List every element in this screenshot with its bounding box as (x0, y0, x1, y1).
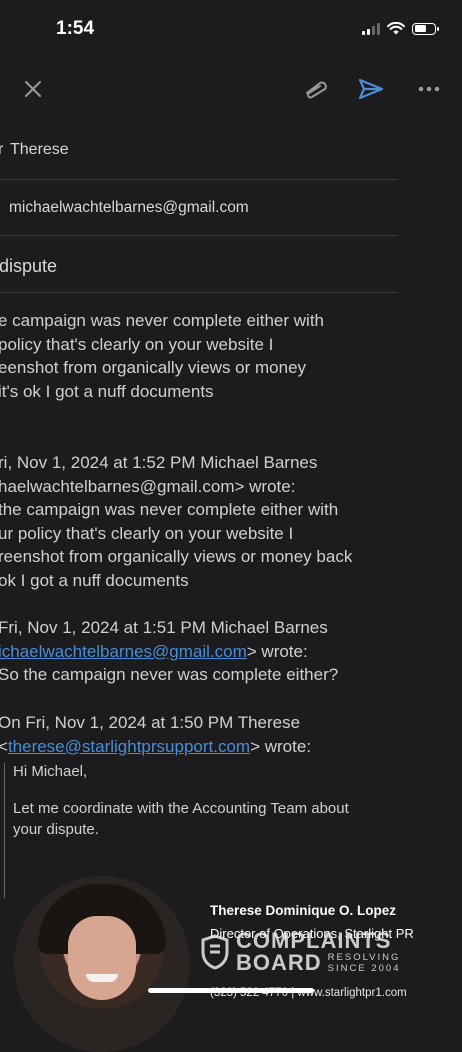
watermark-tag2: SINCE 2004 (327, 963, 401, 974)
status-time: 1:54 (56, 18, 95, 39)
quote-suffix: > wrote: (250, 736, 312, 756)
quote-line: So the campaign never was complete eithe… (0, 665, 339, 684)
subject-field[interactable]: dispute (0, 236, 398, 293)
quoted-message-1: ri, Nov 1, 2024 at 1:52 PM Michael Barne… (0, 451, 352, 592)
to-recipient[interactable]: Therese (10, 141, 69, 159)
cellular-signal-icon (362, 22, 380, 35)
paperclip-icon[interactable] (301, 79, 329, 99)
signature-name: Therese Dominique O. Lopez (210, 903, 397, 918)
more-icon[interactable] (418, 85, 440, 93)
body-line: e campaign was never complete either wit… (0, 311, 324, 330)
email-link[interactable]: therese@starlightprsupport.com (8, 737, 250, 756)
quoted-message-3: On Fri, Nov 1, 2024 at 1:50 PM Therese <… (0, 711, 311, 758)
send-icon[interactable] (358, 77, 384, 101)
home-indicator[interactable] (148, 988, 314, 993)
from-field[interactable]: michaelwachtelbarnes@gmail.com (0, 180, 398, 236)
quote-header: On Fri, Nov 1, 2024 at 1:50 PM Therese (0, 713, 301, 732)
body-line: it's ok I got a nuff documents (0, 381, 214, 401)
quote-header: haelwachtelbarnes@gmail.com> wrote: (0, 476, 296, 496)
quote-line: ur policy that's clearly on your website… (0, 523, 294, 543)
watermark-tag1: RESOLVING (327, 952, 401, 963)
signature-photo (14, 876, 190, 1052)
subject-text[interactable]: dispute (0, 256, 57, 277)
quote-header: Fri, Nov 1, 2024 at 1:51 PM Michael Barn… (0, 618, 328, 637)
quote-header-email-line: ichaelwachtelbarnes@gmail.com> wrote: (0, 640, 338, 664)
to-field[interactable]: r Therese (0, 124, 398, 180)
quoted-greeting: Hi Michael, (13, 763, 88, 780)
body-line: eenshot from organically views or money (0, 358, 307, 377)
email-link[interactable]: ichaelwachtelbarnes@gmail.com (0, 642, 247, 661)
close-icon[interactable] (24, 80, 42, 98)
quoted-message-2: Fri, Nov 1, 2024 at 1:51 PM Michael Barn… (0, 616, 338, 687)
to-label: r (0, 141, 4, 158)
quote-line: ok I got a nuff documents (0, 570, 189, 590)
email-bracket: < (0, 736, 8, 756)
shield-icon (201, 934, 229, 970)
quote-bar (4, 763, 5, 898)
complaints-board-watermark: COMPLAINTS BOARD RESOLVING SINCE 2004 (200, 930, 400, 974)
quote-suffix: > wrote: (246, 641, 308, 661)
watermark-line2: BOARD (236, 950, 322, 975)
watermark-line1: COMPLAINTS (236, 928, 392, 953)
quoted-paragraph-line: Let me coordinate with the Accounting Te… (13, 800, 349, 817)
quote-header-email-line: <therese@starlightprsupport.com> wrote: (0, 735, 311, 759)
quoted-paragraph-line: your dispute. (13, 821, 99, 838)
battery-icon (412, 22, 439, 35)
status-icons (362, 22, 439, 35)
wifi-icon (387, 22, 405, 35)
quote-header: ri, Nov 1, 2024 at 1:52 PM Michael Barne… (0, 453, 318, 472)
body-line: policy that's clearly on your website I (0, 334, 274, 354)
quote-line: reenshot from organically views or money… (0, 547, 353, 566)
quote-line: the campaign was never complete either w… (0, 500, 339, 519)
compose-body[interactable]: e campaign was never complete either wit… (0, 309, 324, 403)
from-address: michaelwachtelbarnes@gmail.com (9, 199, 249, 216)
